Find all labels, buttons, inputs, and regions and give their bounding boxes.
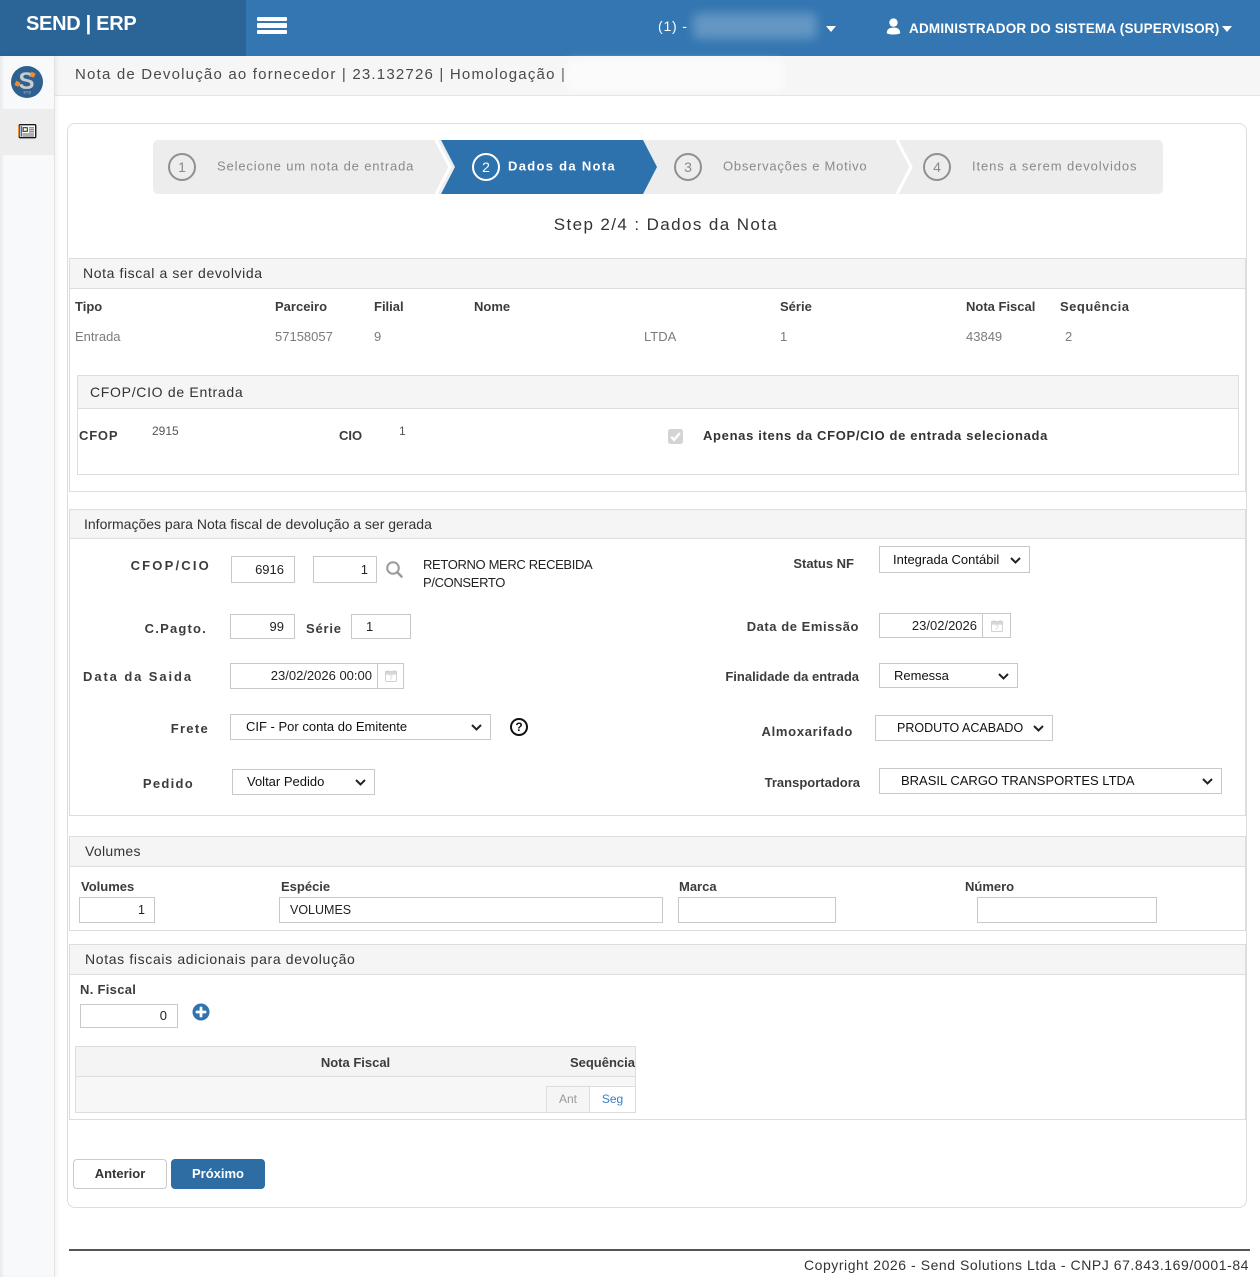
svg-text:Dados da Nota: Dados da Nota: [508, 159, 616, 174]
svg-text:erp: erp: [23, 90, 31, 95]
svg-text:1: 1: [178, 159, 186, 175]
svg-text:3: 3: [684, 159, 692, 175]
svg-text:Itens a serem devolvidos: Itens a serem devolvidos: [972, 159, 1137, 174]
svg-text:2: 2: [482, 159, 490, 175]
svg-text:Selecione um nota de entrada: Selecione um nota de entrada: [217, 159, 414, 174]
svg-text:Observações e Motivo: Observações e Motivo: [723, 159, 867, 174]
svg-text:7: 7: [995, 624, 999, 631]
svg-text:4: 4: [933, 159, 941, 175]
